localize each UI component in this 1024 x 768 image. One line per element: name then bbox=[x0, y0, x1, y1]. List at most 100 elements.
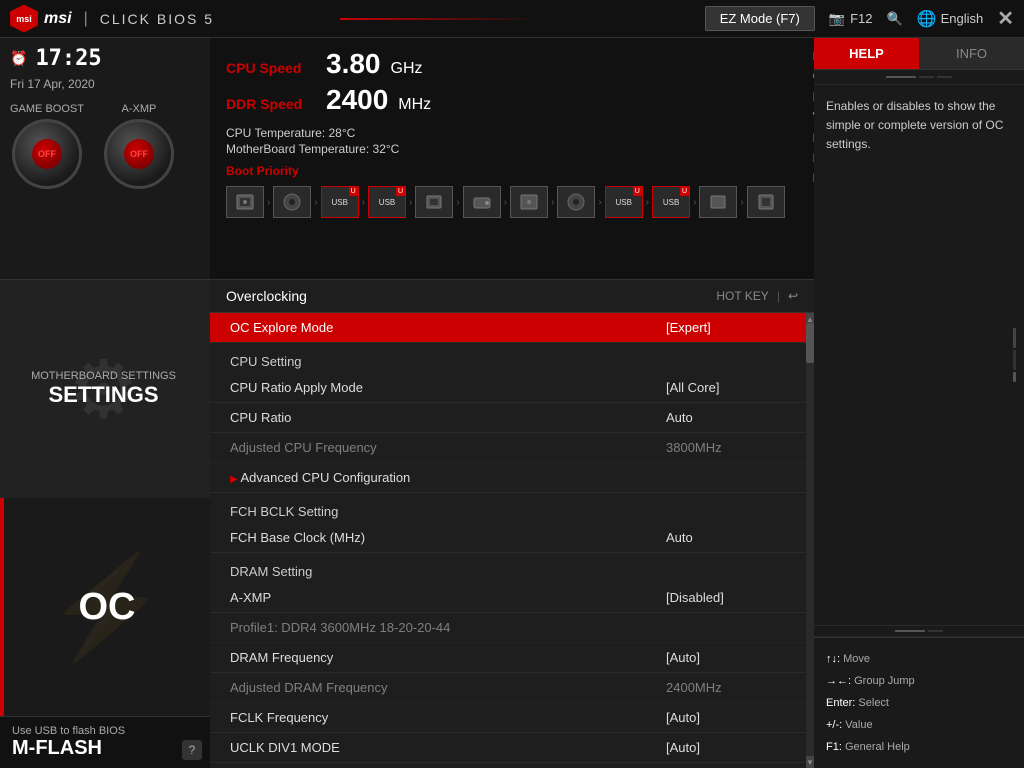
back-icon[interactable]: ↩ bbox=[788, 289, 798, 303]
language-button[interactable]: 🌐 English bbox=[917, 9, 984, 29]
fclk-value: [Auto] bbox=[666, 710, 786, 725]
oc-panel-title: Overclocking bbox=[226, 288, 307, 304]
oc-label: OC bbox=[79, 586, 136, 629]
profile1-label: Profile1: DDR4 3600MHz 18-20-20-44 bbox=[230, 620, 666, 635]
adj-dram-freq-label: Adjusted DRAM Frequency bbox=[230, 680, 666, 695]
cpu-ratio-value: Auto bbox=[666, 410, 786, 425]
oc-row-fch-base-clock[interactable]: FCH Base Clock (MHz) Auto bbox=[210, 523, 806, 553]
mflash-section[interactable]: Use USB to flash BIOS M-FLASH bbox=[0, 716, 210, 768]
axmp-knob[interactable]: OFF bbox=[104, 119, 174, 189]
settings-nav-item[interactable]: ⚙ Motherboard settings SETTINGS bbox=[0, 280, 210, 498]
mflash-small-label: Use USB to flash BIOS bbox=[12, 725, 198, 737]
msi-logo: msi msi bbox=[10, 5, 72, 33]
cpu-setting-header: CPU Setting bbox=[210, 343, 806, 373]
boot-devices-row: › › USB U › USB U bbox=[226, 186, 785, 218]
dram-setting-label: DRAM Setting bbox=[230, 564, 312, 579]
ddr-speed-label: DDR Speed bbox=[226, 96, 316, 112]
ddr-speed-value: 2400 bbox=[326, 84, 388, 116]
oc-content[interactable]: OC Explore Mode [Expert] CPU Setting CPU… bbox=[210, 313, 806, 768]
adv-cpu-config-label: Advanced CPU Configuration bbox=[230, 470, 666, 485]
nav-select: Enter: Select bbox=[826, 692, 1012, 714]
boot-device-2[interactable]: USB U bbox=[321, 186, 359, 218]
oc-row-uclk[interactable]: UCLK DIV1 MODE [Auto] bbox=[210, 733, 806, 763]
oc-row-cpu-ratio-apply[interactable]: CPU Ratio Apply Mode [All Core] bbox=[210, 373, 806, 403]
game-boost-knob[interactable]: OFF bbox=[12, 119, 82, 189]
fch-base-clock-value: Auto bbox=[666, 530, 786, 545]
adj-cpu-freq-label: Adjusted CPU Frequency bbox=[230, 440, 666, 455]
axmp-row-value: [Disabled] bbox=[666, 590, 786, 605]
right-help-panel: HELP INFO Enables or disables to show th… bbox=[814, 38, 1024, 768]
top-bar-right: EZ Mode (F7) 📷 F12 🔍 🌐 English ✕ bbox=[705, 6, 1014, 31]
uclk-value: [Auto] bbox=[666, 740, 786, 755]
oc-row-adj-dram-freq: Adjusted DRAM Frequency 2400MHz bbox=[210, 673, 806, 703]
separator-icon: | bbox=[777, 289, 780, 303]
hot-key-area: HOT KEY | ↩ bbox=[716, 289, 798, 303]
oc-header: Overclocking HOT KEY | ↩ bbox=[210, 280, 814, 313]
mflash-big-label: M-FLASH bbox=[12, 737, 198, 760]
adj-dram-freq-value: 2400MHz bbox=[666, 680, 786, 695]
help-scroll-indicators bbox=[1013, 328, 1016, 382]
scrollbar-thumb[interactable] bbox=[806, 323, 814, 363]
clock-icon: ⏰ bbox=[10, 50, 27, 67]
oc-row-explore-mode[interactable]: OC Explore Mode [Expert] bbox=[210, 313, 806, 343]
nav-general-help: F1: General Help bbox=[826, 736, 1012, 758]
ez-mode-button[interactable]: EZ Mode (F7) bbox=[705, 6, 815, 31]
scroll-indicators bbox=[814, 70, 1024, 85]
boot-device-11[interactable] bbox=[747, 186, 785, 218]
oc-nav-item[interactable]: ⚡ OC bbox=[0, 498, 210, 716]
oc-row-fclk[interactable]: FCLK Frequency [Auto] bbox=[210, 703, 806, 733]
cpu-setting-label: CPU Setting bbox=[230, 354, 302, 369]
speed-section: CPU Speed 3.80 GHz DDR Speed 2400 MHz CP… bbox=[210, 38, 801, 279]
oc-settings-panel: Overclocking HOT KEY | ↩ OC Explore Mode… bbox=[210, 280, 814, 768]
axmp-section: A-XMP OFF bbox=[104, 103, 174, 189]
cpu-speed-unit: GHz bbox=[391, 60, 423, 78]
oc-row-memory-try[interactable]: Memory Try It ! [Disabled] bbox=[210, 763, 806, 768]
fclk-label: FCLK Frequency bbox=[230, 710, 666, 725]
dram-setting-header: DRAM Setting bbox=[210, 553, 806, 583]
msi-brand-text: msi bbox=[44, 10, 72, 28]
boot-device-9[interactable]: USB U bbox=[652, 186, 690, 218]
fch-bclk-header: FCH BCLK Setting bbox=[210, 493, 806, 523]
date-display: Fri 17 Apr, 2020 bbox=[10, 77, 200, 91]
scroll-down-button[interactable]: ▼ bbox=[806, 756, 814, 768]
boot-device-5[interactable] bbox=[463, 186, 501, 218]
msi-dragon-icon: msi bbox=[10, 5, 38, 33]
boot-device-7[interactable] bbox=[557, 186, 595, 218]
camera-icon: 📷 bbox=[829, 11, 845, 27]
cpu-temp: CPU Temperature: 28°C bbox=[226, 126, 785, 140]
dram-freq-value: [Auto] bbox=[666, 650, 786, 665]
boot-device-3[interactable]: USB U bbox=[368, 186, 406, 218]
search-icon: 🔍 bbox=[886, 11, 902, 27]
boot-device-8[interactable]: USB U bbox=[605, 186, 643, 218]
oc-row-dram-freq[interactable]: DRAM Frequency [Auto] bbox=[210, 643, 806, 673]
axmp-state: OFF bbox=[130, 149, 148, 159]
close-button[interactable]: ✕ bbox=[997, 6, 1014, 31]
question-mark-button[interactable]: ? bbox=[182, 740, 202, 760]
boot-device-4[interactable] bbox=[415, 186, 453, 218]
oc-row-cpu-ratio[interactable]: CPU Ratio Auto bbox=[210, 403, 806, 433]
product-name: CLICK BIOS 5 bbox=[100, 11, 214, 27]
help-content-wrapper: Enables or disables to show the simple o… bbox=[814, 85, 1024, 625]
left-sidebar: ⏰ 17:25 Fri 17 Apr, 2020 GAME BOOST OFF … bbox=[0, 38, 210, 768]
boot-device-1[interactable] bbox=[273, 186, 311, 218]
cpu-speed-value: 3.80 bbox=[326, 48, 381, 80]
boot-device-6[interactable] bbox=[510, 186, 548, 218]
boot-device-10[interactable] bbox=[699, 186, 737, 218]
oc-explore-label: OC Explore Mode bbox=[230, 320, 666, 335]
boot-device-0[interactable] bbox=[226, 186, 264, 218]
nav-group-jump: →←: Group Jump bbox=[826, 670, 1012, 692]
oc-row-axmp[interactable]: A-XMP [Disabled] bbox=[210, 583, 806, 613]
f12-button[interactable]: 📷 F12 bbox=[829, 11, 873, 27]
sysinfo-area: MB: B450M MORTAR MAX (MS-7B89) CPU: AMD … bbox=[801, 38, 814, 279]
fch-bclk-label: FCH BCLK Setting bbox=[230, 504, 338, 519]
oc-row-adj-cpu-freq: Adjusted CPU Frequency 3800MHz bbox=[210, 433, 806, 463]
oc-row-adv-cpu-config[interactable]: Advanced CPU Configuration bbox=[210, 463, 806, 493]
mb-temp: MotherBoard Temperature: 32°C bbox=[226, 142, 785, 156]
info-tab[interactable]: INFO bbox=[919, 38, 1024, 69]
oc-explore-value: [Expert] bbox=[666, 320, 786, 335]
search-button[interactable]: 🔍 bbox=[886, 11, 902, 27]
svg-text:msi: msi bbox=[16, 14, 32, 24]
scrollbar[interactable]: ▲ ▼ bbox=[806, 313, 814, 768]
hot-key-label: HOT KEY bbox=[716, 289, 768, 303]
help-tab[interactable]: HELP bbox=[814, 38, 919, 69]
